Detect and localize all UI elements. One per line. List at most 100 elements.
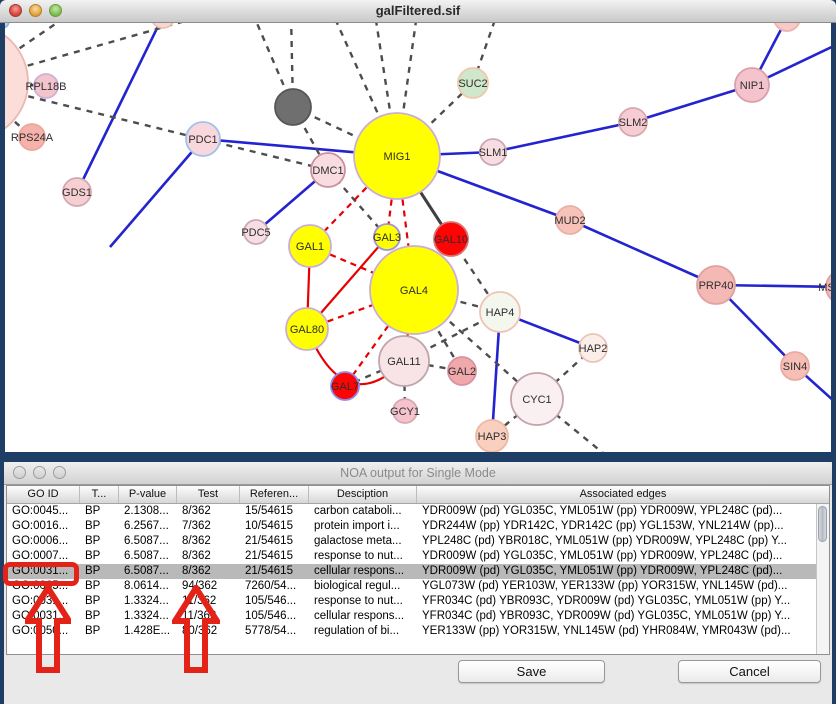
cell-associated-edges: YER133W (pp) YOR315W, YNL145W (pd) YHR08… [417,624,816,639]
cell-type: BP [80,549,119,564]
cell-reference: 105/546... [240,594,309,609]
cell-reference: 10/54615 [240,519,309,534]
graph-node-GAL4[interactable]: GAL4 [370,246,458,334]
graph-node-label: GCY1 [390,406,420,418]
save-button[interactable]: Save [458,660,605,683]
network-view[interactable]: RPL18B RPS24A GDS1 PDC1 DMC1 SUC2 SLM1 SLM2 NIP1… [5,22,831,452]
graph-node-PRP40[interactable]: PRP40 [697,266,735,304]
cell-reference: 15/54615 [240,504,309,519]
graph-node-label: GDS1 [62,187,92,199]
graph-node-CYC1[interactable]: CYC1 [511,373,563,425]
graph-node-graynode[interactable] [275,89,311,125]
vertical-scrollbar[interactable] [816,504,829,654]
cell-p-value: 1.3324... [119,609,177,624]
cell-p-value: 6.5087... [119,549,177,564]
graph-node-GAL11[interactable]: GAL11 [379,336,429,386]
network-svg: RPL18B RPS24A GDS1 PDC1 DMC1 SUC2 SLM1 SLM2 NIP1… [5,22,831,452]
column-header-p-value[interactable]: P-value [119,486,177,503]
graph-node-GAL80[interactable]: GAL80 [286,308,328,350]
main-window-titlebar[interactable]: galFiltered.sif [0,0,836,23]
graph-node-label: HAP2 [579,343,608,355]
cell-description: response to nut... [309,549,417,564]
table-row[interactable]: GO:0065...BP8.0614...94/3627260/54...bio… [7,579,816,594]
scrollbar-thumb[interactable] [818,506,827,542]
graph-node-HAP3[interactable]: HAP3 [476,420,508,452]
graph-node-GAL2[interactable]: GAL2 [448,357,476,385]
cell-p-value: 1.428E... [119,624,177,639]
cell-type: BP [80,594,119,609]
cell-test: 8/362 [177,504,240,519]
cell-type: BP [80,519,119,534]
cell-reference: 21/54615 [240,534,309,549]
cell-go-id: GO:0045... [7,504,80,519]
graph-node-SUC2[interactable]: SUC2 [458,68,488,98]
graph-node-SIN4[interactable]: SIN4 [781,352,809,380]
column-header-go-id[interactable]: GO ID [7,486,80,503]
graph-node-GAL10[interactable]: GAL10 [434,222,468,256]
graph-node-HAP4[interactable]: HAP4 [480,292,520,332]
graph-node-label: GAL10 [434,234,468,246]
graph-node-GAL3[interactable]: GAL3 [373,224,401,250]
annotation-highlight-box [3,562,79,586]
table-row[interactable]: GO:0050...BP1.428E...80/3625778/54...reg… [7,624,816,639]
cell-description: carbon cataboli... [309,504,417,519]
cell-reference: 7260/54... [240,579,309,594]
column-header-desciption[interactable]: Desciption [309,486,417,503]
cell-test: 8/362 [177,564,240,579]
table-row[interactable]: GO:0031...BP6.5087...8/36221/54615cellul… [7,564,816,579]
graph-node-RPS24A[interactable]: RPS24A [11,124,54,150]
table-row[interactable]: GO:0045...BP2.1308...8/36215/54615carbon… [7,504,816,519]
graph-node-GAL1[interactable]: GAL1 [289,225,331,267]
graph-node-GDS1[interactable]: GDS1 [62,178,92,206]
graph-node-topright[interactable] [774,22,800,31]
graph-node-label: HAP4 [486,307,515,319]
graph-node-HAP2[interactable]: HAP2 [579,334,608,362]
graph-node-NIP1[interactable]: NIP1 [735,68,769,102]
graph-node-PDC1[interactable]: PDC1 [186,122,220,156]
graph-node-GAL7[interactable]: GAL7 [331,372,359,400]
column-header-associated-edges[interactable]: Associated edges [417,486,829,503]
graph-node-label: GAL3 [373,232,401,244]
cell-type: BP [80,564,119,579]
table-body: GO:0045...BP2.1308...8/36215/54615carbon… [7,504,816,654]
cell-associated-edges: YGL073W (pd) YER103W, YER133W (pp) YOR31… [417,579,816,594]
graph-node-SLM1[interactable]: SLM1 [479,139,508,165]
cell-type: BP [80,579,119,594]
table-row[interactable]: GO:0031...BP1.3324...11/362105/546...res… [7,594,816,609]
annotation-arrow-up-icon [172,585,220,673]
cell-p-value: 6.5087... [119,534,177,549]
graph-node-label: GAL7 [331,381,359,393]
cell-description: biological regul... [309,579,417,594]
cell-reference: 5778/54... [240,624,309,639]
graph-node-GCY1[interactable]: GCY1 [390,399,420,423]
cell-p-value: 2.1308... [119,504,177,519]
annotation-arrow-up-icon [25,585,71,673]
graph-node-DMC1[interactable]: DMC1 [311,153,345,187]
column-header-test[interactable]: Test [177,486,240,503]
cell-test: 7/362 [177,519,240,534]
table-row[interactable]: GO:0007...BP6.5087...8/36221/54615respon… [7,549,816,564]
graph-node-SLM2[interactable]: SLM2 [619,108,648,136]
graph-edge [5,22,210,82]
noa-results-table: GO IDT...P-valueTestReferen...Desciption… [6,485,830,655]
graph-node-MUD2[interactable]: MUD2 [554,206,585,234]
graph-node-label: GAL2 [448,366,476,378]
graph-node-label: PRP40 [699,280,734,292]
graph-node-label: MUD2 [554,215,585,227]
cell-type: BP [80,504,119,519]
graph-node-MSI[interactable]: MSI [818,270,831,304]
table-row[interactable]: GO:0006...BP6.5087...8/36221/54615galact… [7,534,816,549]
table-row[interactable]: GO:0016...BP6.2567...7/36210/54615protei… [7,519,816,534]
graph-edge [110,139,203,247]
graph-node-label: MSI [818,282,831,294]
column-header-referen[interactable]: Referen... [240,486,309,503]
graph-node-label: CYC1 [522,394,551,406]
cancel-button[interactable]: Cancel [678,660,821,683]
cell-associated-edges: YDR244W (pp) YDR142C, YDR142C (pp) YGL15… [417,519,816,534]
table-row[interactable]: GO:0031...BP1.3324...11/362105/546...cel… [7,609,816,624]
column-header-t[interactable]: T... [80,486,119,503]
noa-window-titlebar[interactable]: NOA output for Single Mode [4,462,832,485]
graph-node-RPL18B[interactable]: RPL18B [26,74,67,98]
graph-node-MIG1[interactable]: MIG1 [354,113,440,199]
cell-type: BP [80,609,119,624]
